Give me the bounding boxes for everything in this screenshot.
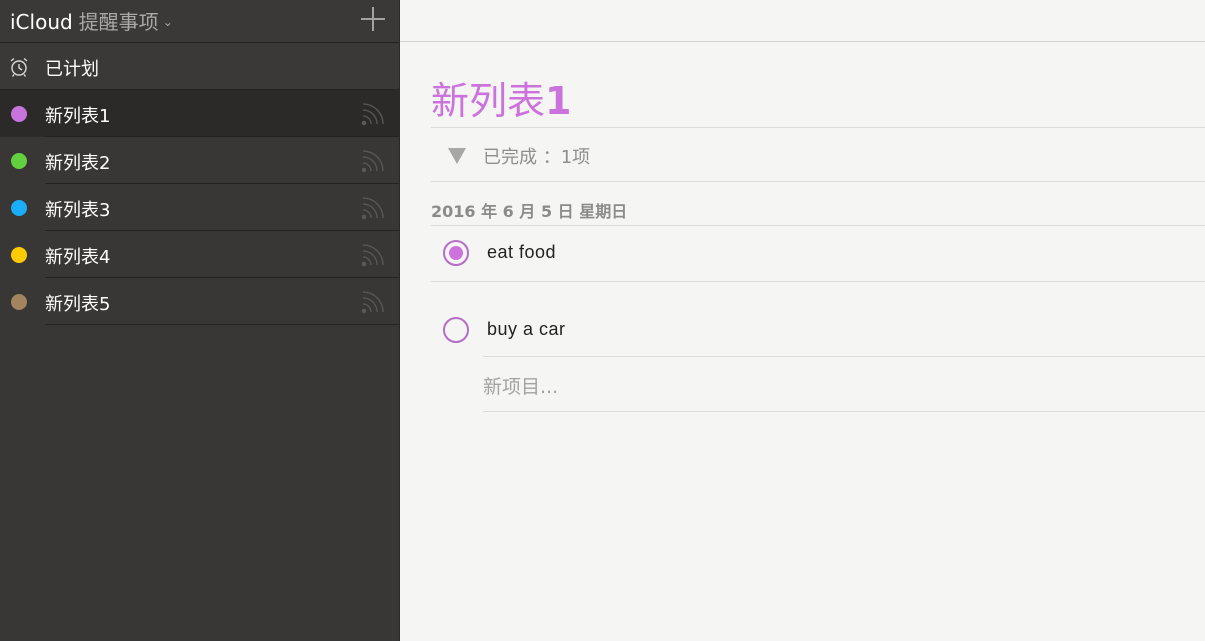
sidebar-item-label: 新列表2 [45,153,111,174]
list-color-dot [11,153,27,169]
alarm-clock-icon [8,56,30,82]
task-checkbox[interactable] [443,317,469,343]
add-list-button[interactable] [361,7,385,31]
divider [431,281,487,282]
sidebar-item-list-1[interactable]: 新列表1 [0,90,399,137]
app-subtitle: 提醒事项 [78,10,159,34]
list-color-dot [11,200,27,216]
app-switcher[interactable]: iCloud 提醒事项 ⌄ [10,6,173,35]
sidebar-item-label: 已计划 [45,59,99,80]
date-heading: 2016 年 6 月 5 日 星期日 [431,202,628,221]
task-row: eat food [431,226,1205,280]
task-text[interactable]: eat food [487,242,556,263]
divider [431,181,1205,182]
sidebar-header: iCloud 提醒事项 ⌄ [0,0,399,43]
sidebar-item-list-3[interactable]: 新列表3 [0,184,399,231]
divider [483,356,1205,357]
list-title-number: 1 [545,79,572,123]
share-icon[interactable] [361,243,385,271]
list-color-dot [11,106,27,122]
share-icon[interactable] [361,290,385,318]
list-title-text: 新列表 [431,79,546,123]
disclosure-triangle-icon [448,148,466,164]
sidebar-item-label: 新列表5 [45,294,111,315]
task-row: buy a car [431,303,1205,357]
divider [400,41,1205,42]
sidebar-item-label: 新列表4 [45,247,111,268]
sidebar-item-list-5[interactable]: 新列表5 [0,278,399,325]
list-color-dot [11,294,27,310]
completed-checkbox[interactable] [443,240,469,266]
share-icon[interactable] [361,196,385,224]
app-title: iCloud [10,10,73,34]
completed-count-label: 已完成 ：1项 [483,147,591,168]
sidebar: iCloud 提醒事项 ⌄ 已计划 新列表1 新列表2 新列表3 新列表4 新列… [0,0,400,641]
main-panel: 新列表1 已完成 ：1项 2016 年 6 月 5 日 星期日 eat food… [400,0,1205,641]
sidebar-item-label: 新列表3 [45,200,111,221]
divider [45,324,399,325]
new-item-input[interactable]: 新项目... [483,372,558,399]
divider [483,411,1205,412]
sidebar-item-list-4[interactable]: 新列表4 [0,231,399,278]
sidebar-item-scheduled[interactable]: 已计划 [0,43,399,90]
share-icon[interactable] [361,149,385,177]
list-title[interactable]: 新列表1 [431,70,571,125]
sidebar-item-list-2[interactable]: 新列表2 [0,137,399,184]
list-color-dot [11,247,27,263]
chevron-down-icon: ⌄ [162,15,173,29]
divider [487,281,1205,282]
sidebar-item-label: 新列表1 [45,106,111,127]
task-text[interactable]: buy a car [487,319,566,340]
share-icon[interactable] [361,102,385,130]
completed-toggle[interactable]: 已完成 ：1项 [431,128,1205,181]
